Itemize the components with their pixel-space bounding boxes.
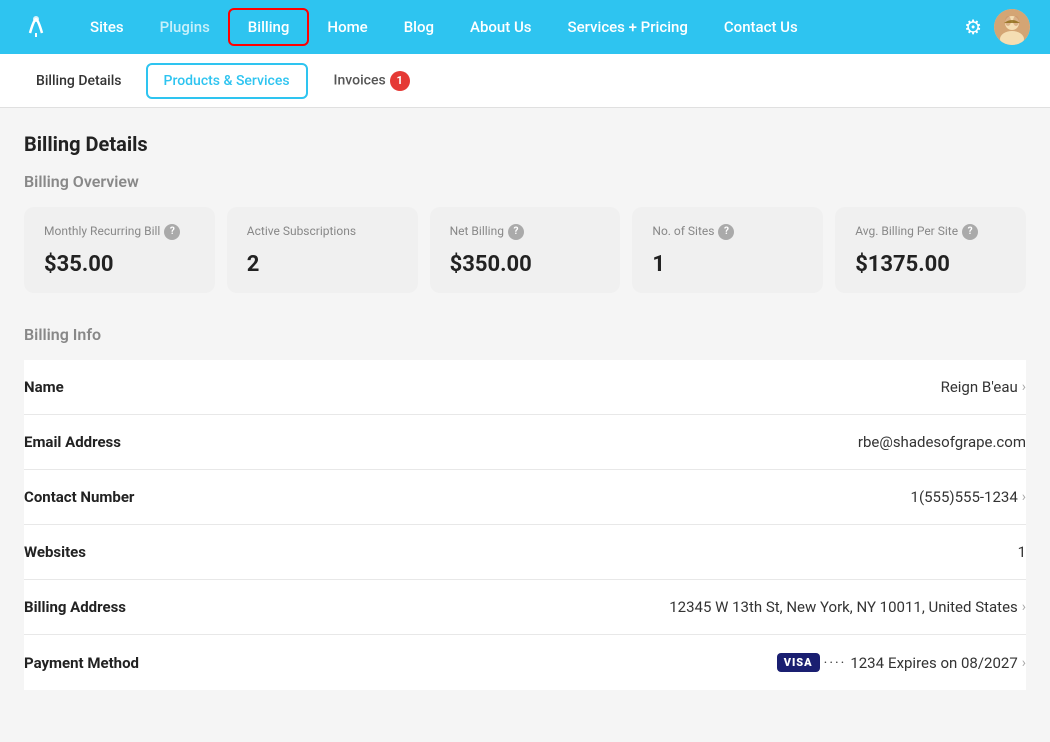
nav-blog[interactable]: Blog	[386, 0, 452, 54]
avg-help-icon[interactable]: ?	[962, 224, 978, 240]
card-monthly-label: Monthly Recurring Bill ?	[44, 223, 195, 240]
nav-links: Sites Plugins Billing Home Blog About Us…	[72, 0, 964, 54]
card-net-label: Net Billing ?	[450, 223, 601, 240]
top-nav: Sites Plugins Billing Home Blog About Us…	[0, 0, 1050, 54]
avatar[interactable]	[994, 9, 1030, 45]
info-row-name[interactable]: Name Reign B'eau ›	[24, 360, 1026, 415]
logo[interactable]	[20, 11, 52, 43]
card-active-subscriptions: Active Subscriptions 2	[227, 207, 418, 293]
card-expires: Expires on 08/2027	[888, 654, 1018, 672]
nav-about[interactable]: About Us	[452, 0, 550, 54]
sub-nav: Billing Details Products & Services Invo…	[0, 54, 1050, 108]
info-row-billing-address[interactable]: Billing Address 12345 W 13th St, New Yor…	[24, 580, 1026, 635]
page-title: Billing Details	[24, 132, 1026, 156]
billing-info: Name Reign B'eau › Email Address rbe@sha…	[24, 360, 1026, 690]
card-subscriptions-label: Active Subscriptions	[247, 223, 398, 240]
websites-value: 1	[1018, 543, 1026, 561]
net-help-icon[interactable]: ?	[508, 224, 524, 240]
nav-sites[interactable]: Sites	[72, 0, 142, 54]
payment-chevron: ›	[1022, 655, 1026, 671]
overview-title: Billing Overview	[24, 172, 1026, 191]
info-title: Billing Info	[24, 325, 1026, 344]
tab-billing-details[interactable]: Billing Details	[20, 65, 138, 97]
tab-invoices[interactable]: Invoices1	[316, 61, 428, 101]
card-sites-label: No. of Sites ?	[652, 223, 803, 240]
address-chevron: ›	[1022, 599, 1026, 615]
card-no-of-sites: No. of Sites ? 1	[632, 207, 823, 293]
name-value: Reign B'eau ›	[941, 378, 1026, 396]
contact-chevron: ›	[1022, 489, 1026, 505]
nav-contact[interactable]: Contact Us	[706, 0, 816, 54]
contact-value: 1(555)555-1234 ›	[911, 488, 1026, 506]
email-value: rbe@shadesofgrape.com	[858, 433, 1026, 451]
name-chevron: ›	[1022, 379, 1026, 395]
address-label: Billing Address	[24, 598, 126, 616]
tab-products-services[interactable]: Products & Services	[146, 63, 308, 99]
visa-badge: VISA	[777, 653, 820, 672]
name-label: Name	[24, 378, 64, 396]
card-sites-value: 1	[652, 252, 803, 277]
monthly-help-icon[interactable]: ?	[164, 224, 180, 240]
info-row-contact[interactable]: Contact Number 1(555)555-1234 ›	[24, 470, 1026, 525]
invoice-badge: 1	[390, 71, 410, 91]
info-row-email: Email Address rbe@shadesofgrape.com	[24, 415, 1026, 470]
sites-help-icon[interactable]: ?	[718, 224, 734, 240]
card-avg-label: Avg. Billing Per Site ?	[855, 223, 1006, 240]
card-net-billing: Net Billing ? $350.00	[430, 207, 621, 293]
email-label: Email Address	[24, 433, 121, 451]
card-monthly-recurring: Monthly Recurring Bill ? $35.00	[24, 207, 215, 293]
nav-services[interactable]: Services + Pricing	[550, 0, 706, 54]
card-net-value: $350.00	[450, 252, 601, 277]
card-last4: 1234	[850, 654, 884, 672]
nav-plugins[interactable]: Plugins	[142, 0, 228, 54]
billing-cards: Monthly Recurring Bill ? $35.00 Active S…	[24, 207, 1026, 293]
payment-value: VISA ···· 1234 Expires on 08/2027 ›	[777, 653, 1026, 672]
settings-icon[interactable]: ⚙	[964, 15, 982, 39]
nav-home[interactable]: Home	[309, 0, 385, 54]
card-dots: ····	[824, 655, 847, 671]
websites-label: Websites	[24, 543, 86, 561]
main-content: Billing Details Billing Overview Monthly…	[0, 108, 1050, 714]
card-subscriptions-value: 2	[247, 252, 398, 277]
info-row-websites: Websites 1	[24, 525, 1026, 580]
nav-billing[interactable]: Billing	[228, 8, 310, 46]
payment-label: Payment Method	[24, 654, 139, 672]
card-monthly-value: $35.00	[44, 252, 195, 277]
info-row-payment[interactable]: Payment Method VISA ···· 1234 Expires on…	[24, 635, 1026, 690]
card-avg-value: $1375.00	[855, 252, 1006, 277]
nav-right: ⚙	[964, 9, 1030, 45]
address-value: 12345 W 13th St, New York, NY 10011, Uni…	[669, 598, 1026, 616]
contact-label: Contact Number	[24, 488, 134, 506]
card-avg-billing: Avg. Billing Per Site ? $1375.00	[835, 207, 1026, 293]
